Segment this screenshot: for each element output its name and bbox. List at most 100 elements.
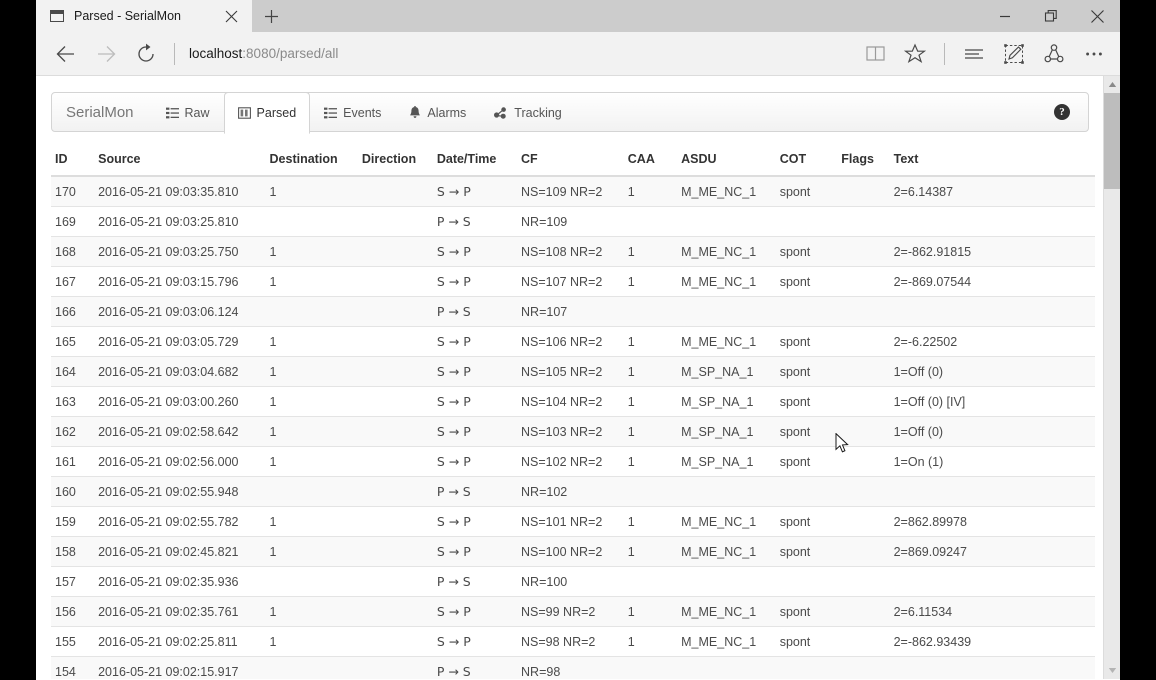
table-row[interactable]: 1632016-05-21 09:03:00.2601S → PNS=104 N… bbox=[51, 387, 1095, 417]
cell-source: 2016-05-21 09:02:35.761 bbox=[94, 597, 265, 627]
cell-text bbox=[890, 657, 1095, 680]
cell-asdu: M_ME_NC_1 bbox=[677, 507, 776, 537]
close-icon[interactable] bbox=[1074, 0, 1120, 32]
close-icon[interactable] bbox=[218, 3, 244, 29]
table-row[interactable]: 1552016-05-21 09:02:25.8111S → PNS=98 NR… bbox=[51, 627, 1095, 657]
ellipsis-icon[interactable] bbox=[1074, 34, 1114, 74]
column-header-datetime[interactable]: Date/Time bbox=[433, 146, 517, 176]
table-row[interactable]: 1542016-05-21 09:02:15.917P → SNR=98 bbox=[51, 657, 1095, 680]
cell-text bbox=[890, 567, 1095, 597]
table-row[interactable]: 1682016-05-21 09:03:25.7501S → PNS=108 N… bbox=[51, 237, 1095, 267]
star-icon[interactable] bbox=[895, 34, 935, 74]
cell-datetime: P → S bbox=[433, 567, 517, 597]
cell-id: 155 bbox=[51, 627, 94, 657]
url-path: :8080/parsed/all bbox=[242, 46, 338, 61]
cell-caa: 1 bbox=[624, 357, 677, 387]
table-row[interactable]: 1642016-05-21 09:03:04.6821S → PNS=105 N… bbox=[51, 357, 1095, 387]
column-header-source[interactable]: Source bbox=[94, 146, 265, 176]
cell-flags bbox=[837, 567, 889, 597]
back-arrow-icon[interactable] bbox=[46, 34, 86, 74]
scroll-up-arrow-icon[interactable] bbox=[1104, 76, 1120, 93]
address-bar[interactable]: localhost:8080/parsed/all bbox=[189, 46, 855, 61]
cell-flags bbox=[837, 447, 889, 477]
list-icon bbox=[324, 107, 337, 119]
cell-asdu: M_SP_NA_1 bbox=[677, 417, 776, 447]
table-row[interactable]: 1672016-05-21 09:03:15.7961S → PNS=107 N… bbox=[51, 267, 1095, 297]
column-header-cf[interactable]: CF bbox=[517, 146, 624, 176]
table-row[interactable]: 1662016-05-21 09:03:06.124P → SNR=107 bbox=[51, 297, 1095, 327]
tab-alarms[interactable]: Alarms bbox=[395, 92, 480, 133]
cell-asdu: M_ME_NC_1 bbox=[677, 176, 776, 207]
restore-icon[interactable] bbox=[1028, 0, 1074, 32]
help-icon: ? bbox=[1054, 104, 1070, 120]
cell-datetime: P → S bbox=[433, 207, 517, 237]
column-header-text[interactable]: Text bbox=[890, 146, 1095, 176]
column-header-flags[interactable]: Flags bbox=[837, 146, 889, 176]
page-scrollbar[interactable] bbox=[1103, 76, 1120, 679]
cell-cot: spont bbox=[776, 387, 838, 417]
cell-cot: spont bbox=[776, 537, 838, 567]
table-row[interactable]: 1652016-05-21 09:03:05.7291S → PNS=106 N… bbox=[51, 327, 1095, 357]
share-icon[interactable] bbox=[1034, 34, 1074, 74]
table-row[interactable]: 1562016-05-21 09:02:35.7611S → PNS=99 NR… bbox=[51, 597, 1095, 627]
cell-destination: 1 bbox=[266, 417, 358, 447]
column-header-asdu[interactable]: ASDU bbox=[677, 146, 776, 176]
hub-lines-icon[interactable] bbox=[954, 34, 994, 74]
column-header-direction[interactable]: Direction bbox=[358, 146, 433, 176]
table-row[interactable]: 1692016-05-21 09:03:25.810P → SNR=109 bbox=[51, 207, 1095, 237]
scrollbar-thumb[interactable] bbox=[1104, 93, 1120, 189]
cell-cot bbox=[776, 567, 838, 597]
cell-cf: NS=101 NR=2 bbox=[517, 507, 624, 537]
tab-tracking-label: Tracking bbox=[514, 106, 561, 120]
new-tab-button[interactable] bbox=[252, 0, 290, 32]
refresh-icon[interactable] bbox=[126, 34, 166, 74]
cell-id: 167 bbox=[51, 267, 94, 297]
tab-tracking[interactable]: Tracking bbox=[480, 92, 575, 133]
column-header-cot[interactable]: COT bbox=[776, 146, 838, 176]
table-row[interactable]: 1622016-05-21 09:02:58.6421S → PNS=103 N… bbox=[51, 417, 1095, 447]
tab-raw[interactable]: Raw bbox=[152, 92, 224, 133]
tab-parsed[interactable]: Parsed bbox=[224, 92, 311, 134]
cell-asdu bbox=[677, 297, 776, 327]
cell-cf: NR=107 bbox=[517, 297, 624, 327]
column-header-id[interactable]: ID bbox=[51, 146, 94, 176]
app-brand[interactable]: SerialMon bbox=[52, 93, 152, 131]
cell-flags bbox=[837, 297, 889, 327]
cell-text: 1=Off (0) bbox=[890, 357, 1095, 387]
table-row[interactable]: 1702016-05-21 09:03:35.8101S → PNS=109 N… bbox=[51, 176, 1095, 207]
cell-datetime: S → P bbox=[433, 597, 517, 627]
cell-datetime: S → P bbox=[433, 176, 517, 207]
cell-asdu: M_ME_NC_1 bbox=[677, 627, 776, 657]
cell-asdu: M_SP_NA_1 bbox=[677, 357, 776, 387]
cell-asdu: M_ME_NC_1 bbox=[677, 597, 776, 627]
cell-flags bbox=[837, 176, 889, 207]
scroll-down-arrow-icon[interactable] bbox=[1104, 662, 1120, 679]
cell-direction bbox=[358, 597, 433, 627]
table-row[interactable]: 1572016-05-21 09:02:35.936P → SNR=100 bbox=[51, 567, 1095, 597]
table-row[interactable]: 1582016-05-21 09:02:45.8211S → PNS=100 N… bbox=[51, 537, 1095, 567]
cell-cf: NS=102 NR=2 bbox=[517, 447, 624, 477]
cell-asdu bbox=[677, 207, 776, 237]
minimize-icon[interactable] bbox=[982, 0, 1028, 32]
column-header-caa[interactable]: CAA bbox=[624, 146, 677, 176]
help-button[interactable]: ? bbox=[1036, 93, 1088, 131]
pencil-note-icon[interactable] bbox=[994, 34, 1034, 74]
cell-datetime: P → S bbox=[433, 297, 517, 327]
column-header-destination[interactable]: Destination bbox=[266, 146, 358, 176]
browser-tab[interactable]: Parsed - SerialMon bbox=[36, 0, 252, 32]
table-row[interactable]: 1592016-05-21 09:02:55.7821S → PNS=101 N… bbox=[51, 507, 1095, 537]
cell-text: 1=Off (0) bbox=[890, 417, 1095, 447]
forward-arrow-icon[interactable] bbox=[86, 34, 126, 74]
cell-direction bbox=[358, 507, 433, 537]
book-icon[interactable] bbox=[855, 34, 895, 74]
cell-caa: 1 bbox=[624, 537, 677, 567]
tab-events[interactable]: Events bbox=[310, 92, 395, 133]
table-row[interactable]: 1612016-05-21 09:02:56.0001S → PNS=102 N… bbox=[51, 447, 1095, 477]
cell-source: 2016-05-21 09:02:35.936 bbox=[94, 567, 265, 597]
table-row[interactable]: 1602016-05-21 09:02:55.948P → SNR=102 bbox=[51, 477, 1095, 507]
cell-text bbox=[890, 297, 1095, 327]
cell-id: 157 bbox=[51, 567, 94, 597]
cell-id: 160 bbox=[51, 477, 94, 507]
table-header-row: ID Source Destination Direction Date/Tim… bbox=[51, 146, 1095, 176]
cell-destination: 1 bbox=[266, 387, 358, 417]
